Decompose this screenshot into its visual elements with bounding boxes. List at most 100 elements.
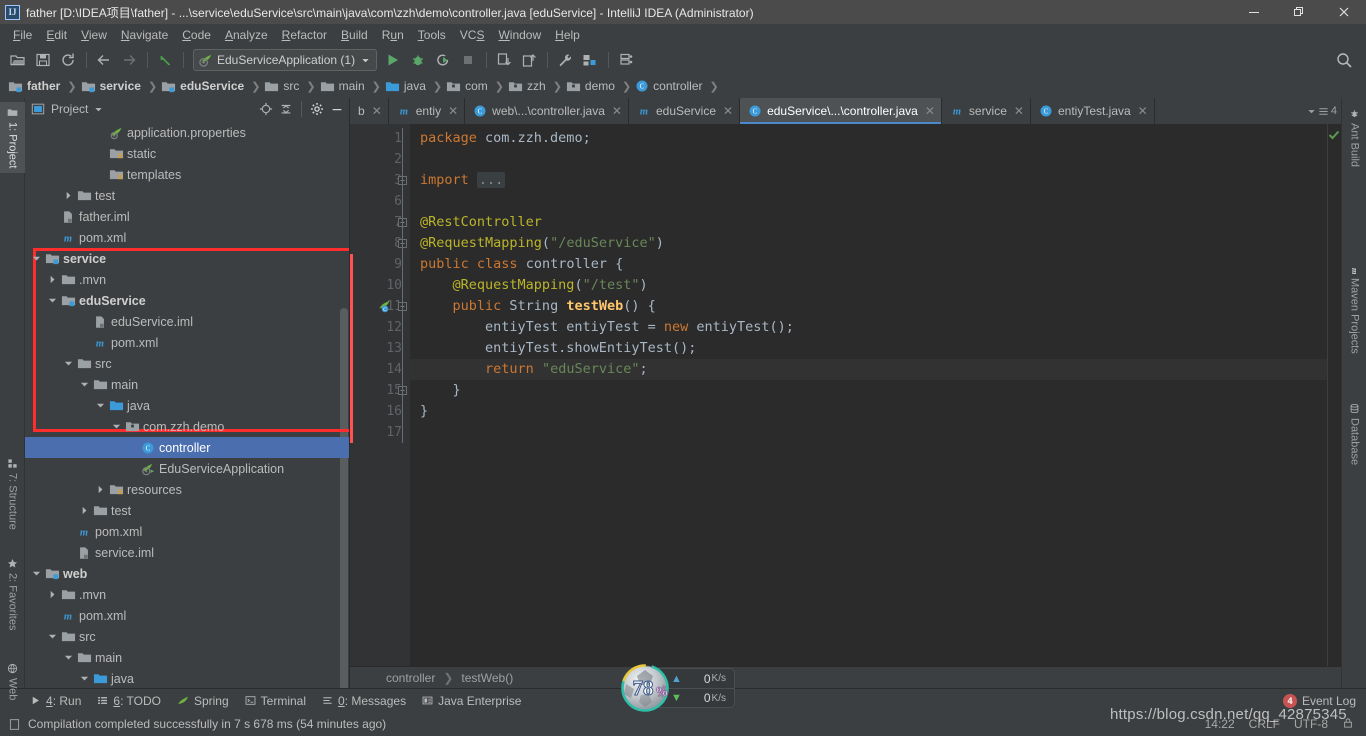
save-all-icon[interactable]: [31, 49, 55, 71]
maximize-restore-button[interactable]: [1276, 0, 1321, 24]
update-project-icon[interactable]: [492, 49, 516, 71]
bottom-tool-button-java-enterprise[interactable]: Java Enterprise: [414, 692, 529, 710]
tree-expand-arrow[interactable]: [93, 401, 107, 410]
tree-node-pom-xml[interactable]: m pom.xml: [25, 521, 349, 542]
tree-node-static[interactable]: static: [25, 143, 349, 164]
tree-node-controller[interactable]: Ccontroller: [25, 437, 349, 458]
tab-close-icon[interactable]: ✕: [448, 105, 458, 117]
sdk-manager-icon[interactable]: [614, 49, 638, 71]
menu-item-navigate[interactable]: Navigate: [114, 25, 175, 45]
tree-node-com-zzh-demo[interactable]: com.zzh.demo: [25, 416, 349, 437]
menu-item-vcs[interactable]: VCS: [453, 25, 492, 45]
code-line[interactable]: return "eduService";: [410, 359, 1327, 380]
chevron-down-icon[interactable]: [64, 359, 73, 368]
project-structure-icon[interactable]: [578, 49, 602, 71]
chevron-right-icon[interactable]: [48, 590, 57, 599]
editor-tab-eduservice[interactable]: m eduService ✕: [629, 98, 741, 124]
search-everywhere-icon[interactable]: [1332, 49, 1356, 71]
tree-expand-arrow[interactable]: [77, 506, 91, 515]
tree-node-test[interactable]: test: [25, 185, 349, 206]
menu-item-refactor[interactable]: Refactor: [275, 25, 334, 45]
menu-item-analyze[interactable]: Analyze: [218, 25, 275, 45]
code-line[interactable]: @RestController: [410, 212, 1327, 233]
code-editor[interactable]: package com.zzh.demo; import ... @RestCo…: [410, 124, 1327, 666]
tree-node-pom-xml[interactable]: m pom.xml: [25, 227, 349, 248]
chevron-down-icon[interactable]: [96, 401, 105, 410]
inspection-ok-icon[interactable]: [1328, 129, 1340, 144]
tab-close-icon[interactable]: ✕: [723, 105, 733, 117]
code-line[interactable]: [410, 422, 1327, 443]
code-line[interactable]: [410, 191, 1327, 212]
menu-item-tools[interactable]: Tools: [411, 25, 453, 45]
code-line[interactable]: public class controller {: [410, 254, 1327, 275]
tree-node-src[interactable]: src: [25, 353, 349, 374]
tab-list-icon[interactable]: [1318, 106, 1329, 117]
tree-expand-arrow[interactable]: [61, 191, 75, 200]
menu-item-code[interactable]: Code: [175, 25, 218, 45]
chevron-down-icon[interactable]: [32, 569, 41, 578]
sync-refresh-icon[interactable]: [56, 49, 80, 71]
tab-close-icon[interactable]: ✕: [1014, 105, 1024, 117]
tool-window-button-project[interactable]: 1: Project: [0, 102, 25, 174]
tree-expand-arrow[interactable]: [45, 275, 59, 284]
tool-window-button-favorites[interactable]: 2: Favorites: [0, 553, 25, 635]
bottom-tool-button-terminal[interactable]: Terminal: [237, 692, 314, 710]
code-line[interactable]: package com.zzh.demo;: [410, 128, 1327, 149]
run-button[interactable]: [381, 49, 405, 71]
tree-node-test[interactable]: test: [25, 500, 349, 521]
open-folder-icon[interactable]: [6, 49, 30, 71]
tree-node-src[interactable]: src: [25, 626, 349, 647]
editor-tab-service[interactable]: m service ✕: [942, 98, 1031, 124]
back-arrow-icon[interactable]: [92, 49, 116, 71]
tree-node-pom-xml[interactable]: m pom.xml: [25, 605, 349, 626]
bottom-tool-button-6--todo[interactable]: 6: TODO: [89, 692, 169, 710]
menu-item-file[interactable]: File: [6, 25, 39, 45]
editor-breadcrumb-item[interactable]: testWeb(): [461, 671, 513, 685]
chevron-down-icon[interactable]: [64, 653, 73, 662]
breadcrumb-zzh[interactable]: zzh: [506, 76, 551, 96]
bottom-tool-button-4--run[interactable]: 4: Run: [22, 692, 89, 710]
close-button[interactable]: [1321, 0, 1366, 24]
editor-tab-b[interactable]: b ✕: [350, 98, 389, 124]
editor-tab-entiytest-java[interactable]: CentiyTest.java ✕: [1031, 98, 1155, 124]
project-file-tree[interactable]: application.properties static templates tes…: [25, 120, 349, 688]
tree-node--mvn[interactable]: .mvn: [25, 584, 349, 605]
tool-window-button-antbuild[interactable]: Ant Build: [1342, 103, 1366, 172]
chevron-down-icon[interactable]: [94, 105, 103, 114]
chevron-right-icon[interactable]: [48, 275, 57, 284]
tree-node-java[interactable]: java: [25, 395, 349, 416]
tab-close-icon[interactable]: ✕: [372, 105, 382, 117]
chevron-down-icon[interactable]: [48, 632, 57, 641]
breadcrumb-src[interactable]: src: [262, 76, 304, 96]
spring-bean-gutter-icon[interactable]: C: [377, 299, 392, 318]
tree-node-father-iml[interactable]: father.iml: [25, 206, 349, 227]
tree-expand-arrow[interactable]: [45, 632, 59, 641]
tree-node-pom-xml[interactable]: m pom.xml: [25, 332, 349, 353]
tree-node-eduservice-iml[interactable]: eduService.iml: [25, 311, 349, 332]
network-speed-widget[interactable]: ▲ 0 K/s ▼ 0 K/s 78 %: [612, 664, 735, 712]
tree-node--mvn[interactable]: .mvn: [25, 269, 349, 290]
tree-expand-arrow[interactable]: [109, 422, 123, 431]
menu-item-edit[interactable]: Edit: [39, 25, 74, 45]
tree-expand-arrow[interactable]: [45, 590, 59, 599]
tool-window-button-database[interactable]: Database: [1342, 398, 1366, 470]
tab-close-icon[interactable]: ✕: [925, 105, 935, 117]
bottom-tool-button-spring[interactable]: Spring: [169, 692, 237, 710]
tree-node-main[interactable]: main: [25, 374, 349, 395]
run-configuration-selector[interactable]: EduServiceApplication (1): [193, 49, 378, 71]
chevron-right-icon[interactable]: [80, 506, 89, 515]
tree-expand-arrow[interactable]: [61, 359, 75, 368]
commit-icon[interactable]: [517, 49, 541, 71]
menu-item-build[interactable]: Build: [334, 25, 375, 45]
breadcrumb-java[interactable]: java: [383, 76, 431, 96]
breadcrumb-main[interactable]: main: [318, 76, 370, 96]
tab-close-icon[interactable]: ✕: [612, 105, 622, 117]
editor-gutter[interactable]: 12367891011121314151617+−−−−C: [350, 124, 410, 666]
tree-node-eduserviceapplication[interactable]: EduServiceApplication: [25, 458, 349, 479]
minimize-panel-icon[interactable]: [327, 99, 347, 119]
tree-node-main[interactable]: main: [25, 647, 349, 668]
tab-close-icon[interactable]: ✕: [1138, 105, 1148, 117]
code-line[interactable]: @RequestMapping("/test"): [410, 275, 1327, 296]
bottom-tool-button-0--messages[interactable]: 0: Messages: [314, 692, 414, 710]
tree-expand-arrow[interactable]: [45, 296, 59, 305]
